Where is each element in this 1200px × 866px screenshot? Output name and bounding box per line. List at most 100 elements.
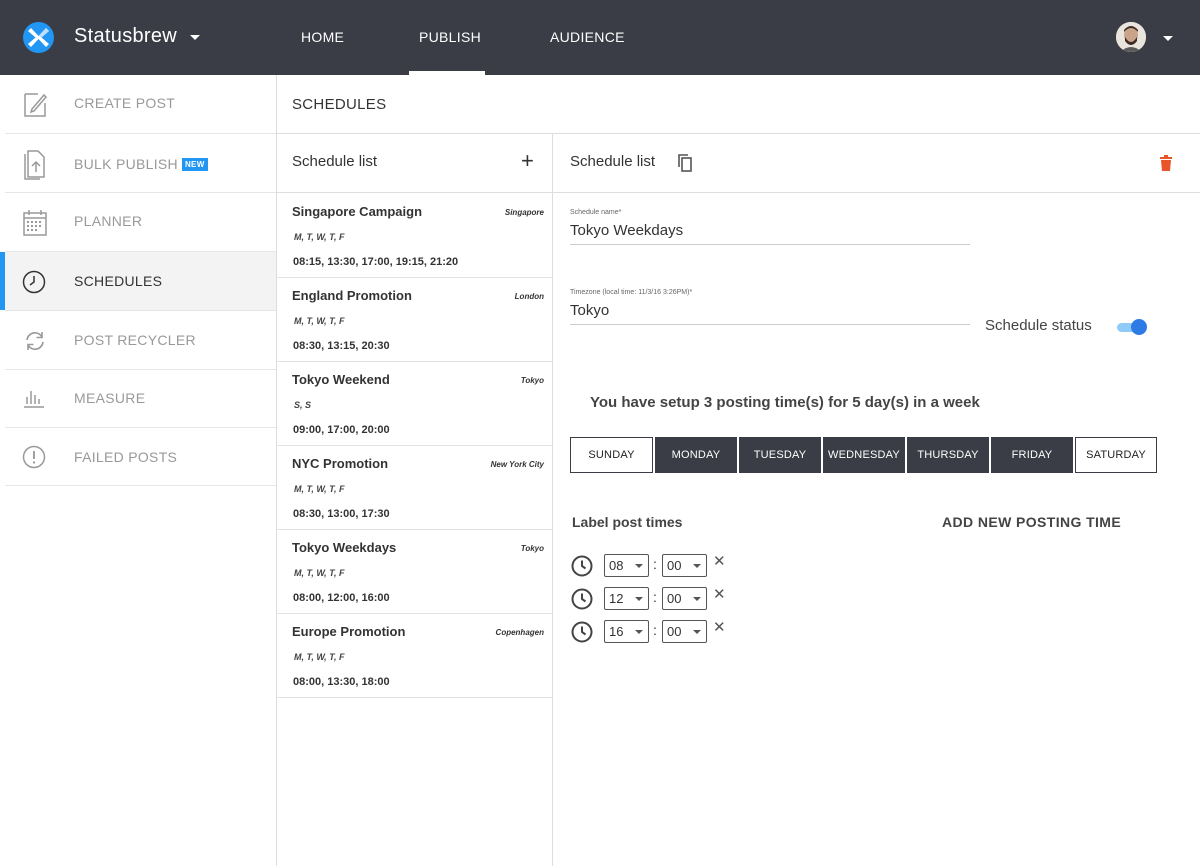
schedule-name-input[interactable]: Tokyo Weekdays (570, 222, 683, 239)
hour-select[interactable]: 16 (604, 620, 649, 643)
schedule-name-label: Schedule name* (570, 209, 622, 216)
day-friday[interactable]: FRIDAY (991, 437, 1073, 473)
add-posting-time-button[interactable]: ADD NEW POSTING TIME (942, 514, 1121, 530)
caret-down-icon (635, 630, 643, 634)
edit-icon (24, 93, 48, 117)
minute-select[interactable]: 00 (662, 554, 707, 577)
schedule-list-panel: Schedule list + Singapore Campaign Singa… (277, 134, 553, 866)
schedule-times: 08:30, 13:00, 17:30 (293, 508, 390, 520)
minute-value: 00 (667, 624, 682, 639)
schedule-status-label: Schedule status (985, 317, 1092, 334)
schedule-list-item[interactable]: England Promotion London M, T, W, T, F 0… (277, 278, 552, 362)
hour-value: 08 (609, 558, 624, 573)
label-post-times-link[interactable]: Label post times (572, 514, 682, 530)
input-underline (570, 324, 970, 325)
schedule-times: 08:00, 12:00, 16:00 (293, 592, 390, 604)
caret-down-icon (693, 564, 701, 568)
hour-select[interactable]: 08 (604, 554, 649, 577)
sidebar-item-bulk-publish[interactable]: BULK PUBLISH NEW (5, 134, 276, 193)
schedule-list-item[interactable]: Europe Promotion Copenhagen M, T, W, T, … (277, 614, 552, 698)
clock-icon (571, 621, 593, 643)
sidebar-item-label: MEASURE (74, 390, 146, 406)
caret-down-icon (635, 597, 643, 601)
schedule-list-item[interactable]: Tokyo Weekend Tokyo S, S 09:00, 17:00, 2… (277, 362, 552, 446)
remove-time-icon[interactable]: ✕ (713, 585, 726, 603)
clock-icon (22, 270, 46, 294)
schedule-summary: You have setup 3 posting time(s) for 5 d… (590, 394, 980, 411)
new-badge: NEW (181, 158, 208, 171)
day-wednesday[interactable]: WEDNESDAY (823, 437, 905, 473)
schedule-list-item[interactable]: Tokyo Weekdays Tokyo M, T, W, T, F 08:00… (277, 530, 552, 614)
day-sunday[interactable]: SUNDAY (570, 437, 653, 473)
schedule-times: 08:30, 13:15, 20:30 (293, 340, 390, 352)
minute-value: 00 (667, 558, 682, 573)
schedule-days: M, T, W, T, F (294, 568, 345, 578)
schedule-days: M, T, W, T, F (294, 316, 345, 326)
minute-value: 00 (667, 591, 682, 606)
schedule-days: M, T, W, T, F (294, 484, 345, 494)
sidebar-item-measure[interactable]: MEASURE (5, 370, 276, 428)
schedule-times: 09:00, 17:00, 20:00 (293, 424, 390, 436)
clock-icon (571, 555, 593, 577)
sidebar-item-label: SCHEDULES (74, 273, 163, 289)
hour-value: 16 (609, 624, 624, 639)
statusbrew-logo-icon[interactable] (23, 22, 54, 53)
schedule-days: M, T, W, T, F (294, 232, 345, 242)
delete-icon[interactable] (1159, 155, 1173, 172)
sidebar-item-label: PLANNER (74, 213, 143, 229)
chevron-down-icon[interactable] (1163, 36, 1173, 41)
schedule-list-header: Schedule list + (277, 134, 552, 193)
add-schedule-button[interactable]: + (521, 148, 534, 174)
timezone-label: Timezone (local time: 11/3/16 3:26PM)* (570, 289, 693, 296)
caret-down-icon (693, 630, 701, 634)
divider (553, 192, 1200, 193)
schedule-list-item[interactable]: Singapore Campaign Singapore M, T, W, T,… (277, 194, 552, 278)
day-monday[interactable]: MONDAY (655, 437, 737, 473)
sidebar-item-planner[interactable]: PLANNER (5, 193, 276, 252)
nav-active-indicator (409, 71, 485, 75)
recycle-icon (26, 332, 44, 350)
avatar[interactable] (1116, 22, 1146, 52)
schedule-name: Europe Promotion (292, 624, 406, 639)
input-underline (570, 244, 970, 245)
sidebar-item-schedules[interactable]: SCHEDULES (0, 252, 276, 311)
nav-home[interactable]: HOME (301, 29, 344, 45)
schedule-name: England Promotion (292, 288, 412, 303)
minute-select[interactable]: 00 (662, 620, 707, 643)
sidebar-item-create-post[interactable]: CREATE POST (5, 75, 276, 134)
schedule-timezone: Copenhagen (495, 628, 544, 637)
timezone-input[interactable]: Tokyo (570, 302, 609, 319)
day-tuesday[interactable]: TUESDAY (739, 437, 821, 473)
top-bar: Statusbrew HOME PUBLISH AUDIENCE (0, 0, 1200, 75)
schedule-name: Singapore Campaign (292, 204, 423, 219)
sidebar-item-failed-posts[interactable]: FAILED POSTS (5, 428, 276, 486)
brand-name[interactable]: Statusbrew (74, 25, 177, 48)
remove-time-icon[interactable]: ✕ (713, 618, 726, 636)
remove-time-icon[interactable]: ✕ (713, 552, 726, 570)
minute-select[interactable]: 00 (662, 587, 707, 610)
copy-icon[interactable] (676, 153, 694, 173)
clock-icon (571, 588, 593, 610)
hour-select[interactable]: 12 (604, 587, 649, 610)
schedule-list-title: Schedule list (292, 153, 378, 170)
schedule-list-item[interactable]: NYC Promotion New York City M, T, W, T, … (277, 446, 552, 530)
schedule-name: Tokyo Weekdays (292, 540, 397, 555)
bar-chart-icon (24, 391, 44, 408)
schedule-timezone: New York City (490, 460, 544, 469)
bulk-upload-icon (24, 150, 45, 180)
nav-publish[interactable]: PUBLISH (419, 29, 481, 45)
schedule-timezone: Singapore (504, 208, 544, 217)
alert-icon (22, 445, 46, 469)
day-saturday[interactable]: SATURDAY (1075, 437, 1157, 473)
calendar-icon (23, 210, 47, 236)
time-separator: : (653, 622, 657, 638)
sidebar-item-post-recycler[interactable]: POST RECYCLER (5, 311, 276, 370)
caret-down-icon (635, 564, 643, 568)
chevron-down-icon[interactable] (190, 35, 200, 40)
day-thursday[interactable]: THURSDAY (907, 437, 989, 473)
toggle-knob[interactable] (1131, 319, 1147, 335)
nav-audience[interactable]: AUDIENCE (550, 29, 625, 45)
detail-title: Schedule list (570, 153, 656, 170)
schedule-timezone: London (514, 292, 544, 301)
sidebar-item-label: POST RECYCLER (74, 332, 196, 348)
